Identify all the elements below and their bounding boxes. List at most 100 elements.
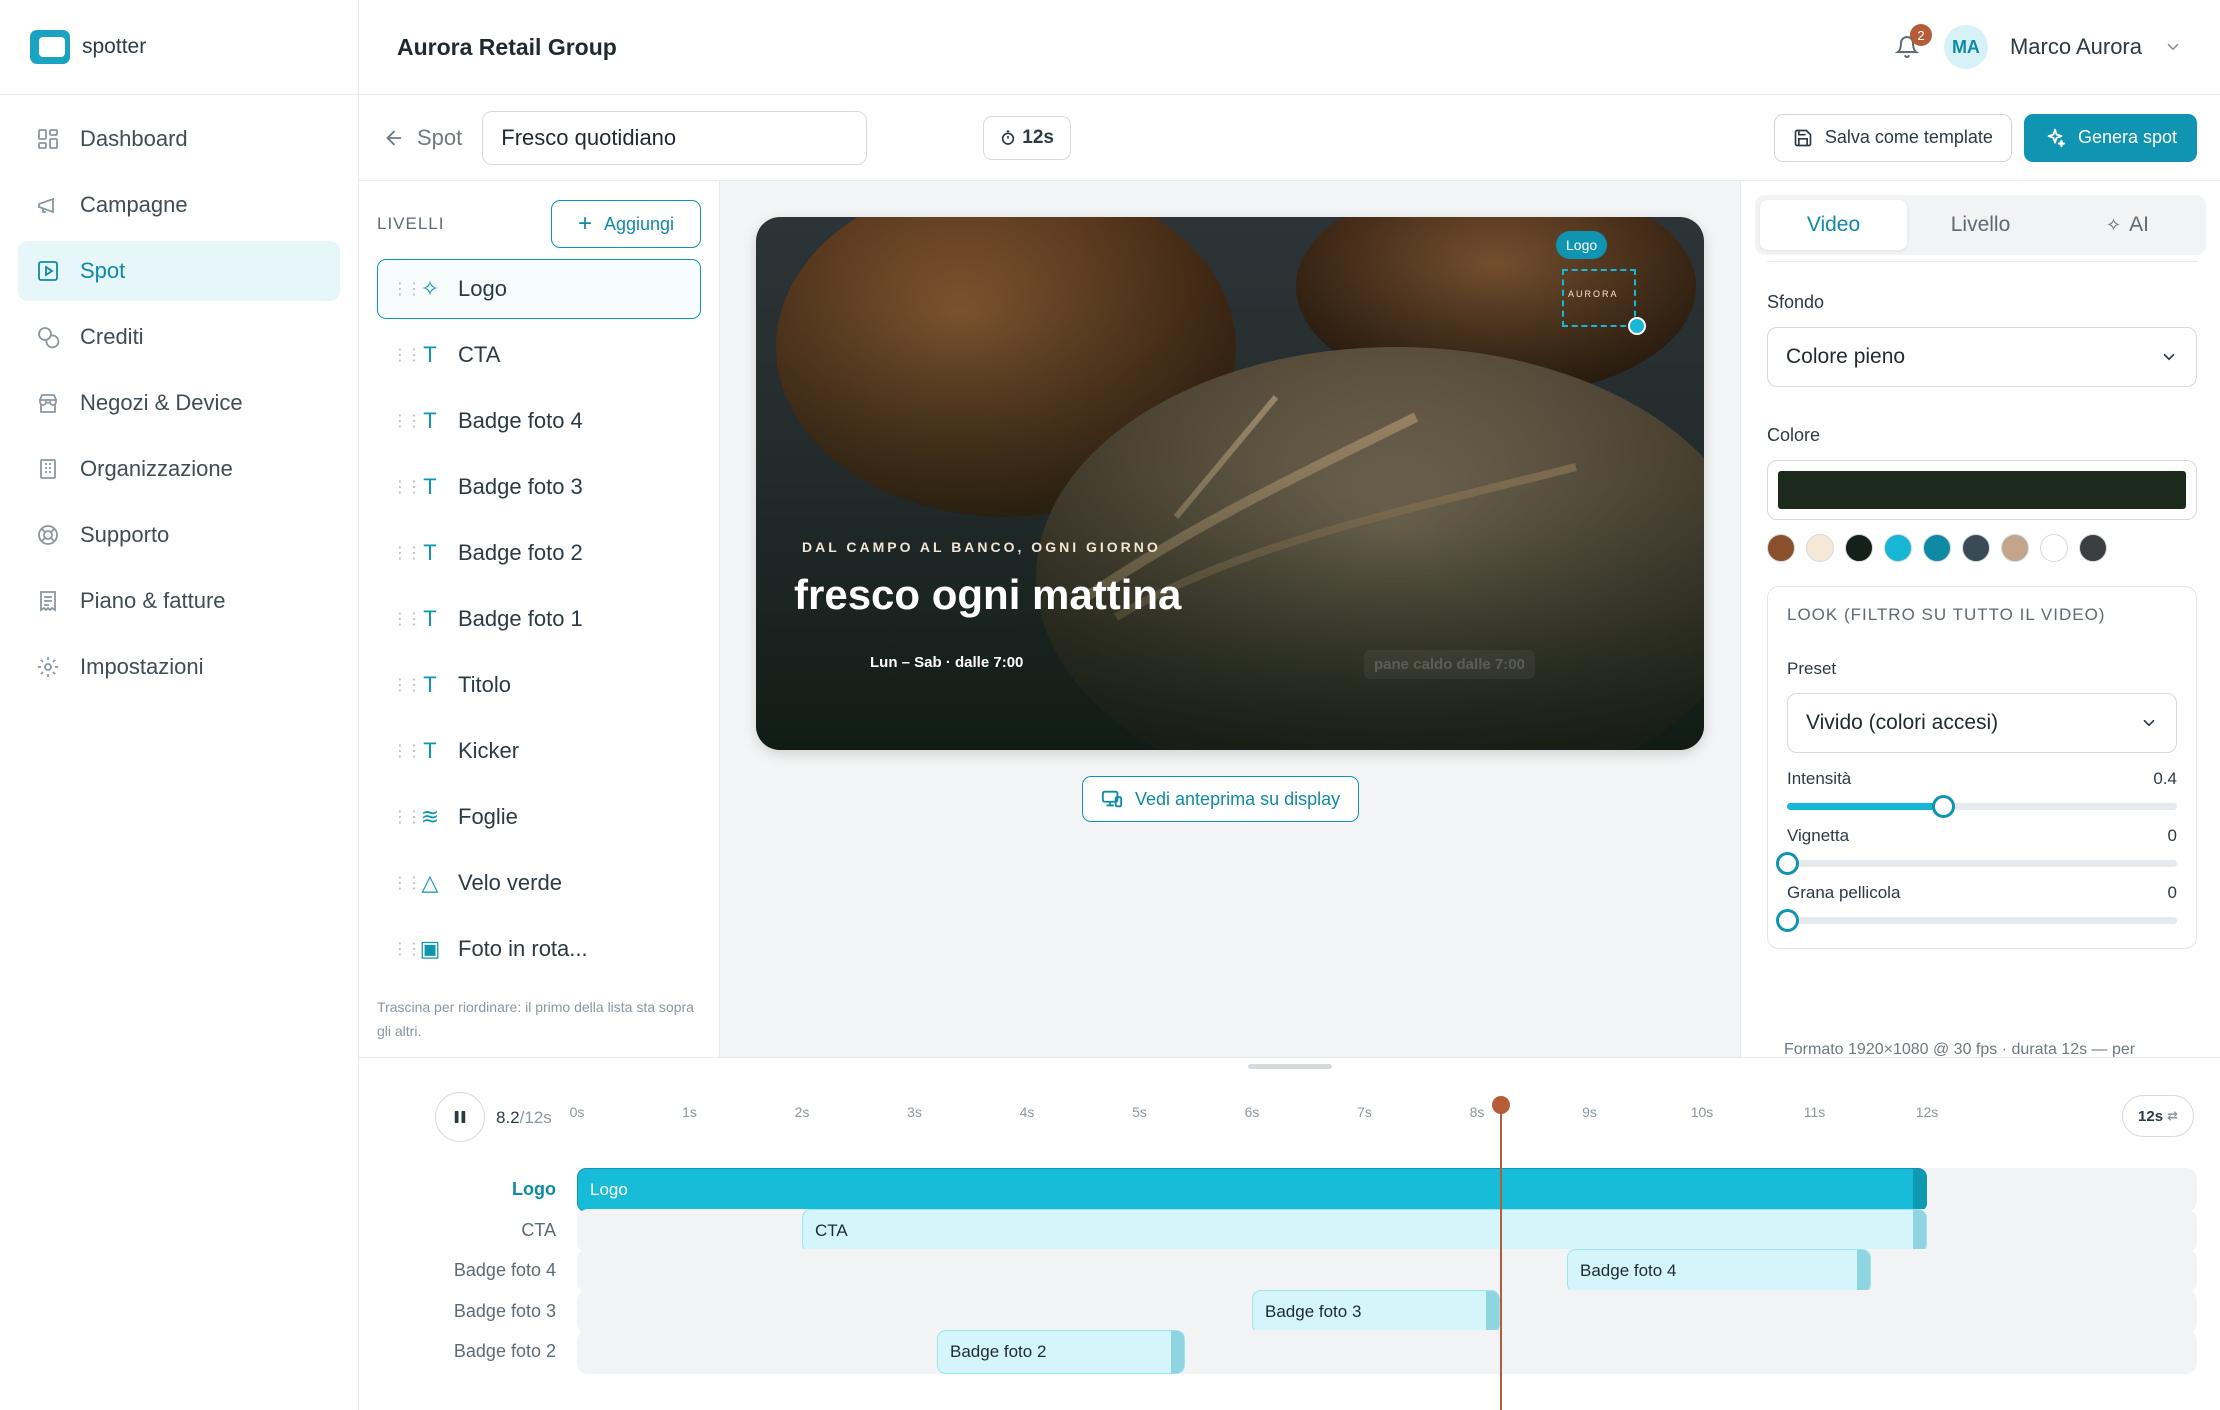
sidebar-item-crediti[interactable]: Crediti <box>18 307 340 367</box>
slider-knob[interactable] <box>1932 795 1955 818</box>
layer-item[interactable]: ⋮⋮ T Badge foto 4 <box>377 391 701 451</box>
layer-item[interactable]: ⋮⋮ ✧ Logo <box>377 259 701 319</box>
notifications-button[interactable]: 2 <box>1892 24 1932 62</box>
slider-track[interactable] <box>1787 795 2177 818</box>
tab-ai[interactable]: ✧ AI <box>2054 200 2201 250</box>
layer-item[interactable]: ⋮⋮ T Badge foto 2 <box>377 523 701 583</box>
preview-on-display-button[interactable]: Vedi anteprima su display <box>1082 776 1360 822</box>
user-name[interactable]: Marco Aurora <box>2010 34 2142 60</box>
sidebar-item-label: Spot <box>80 258 126 283</box>
tab-livello[interactable]: Livello <box>1907 200 2054 250</box>
color-swatch[interactable] <box>1923 534 1951 562</box>
resize-handle[interactable] <box>1628 317 1646 335</box>
clip-resize-handle[interactable] <box>1170 1331 1184 1373</box>
drag-handle-icon[interactable]: ⋮⋮ <box>392 345 422 365</box>
color-swatch[interactable] <box>1962 534 1990 562</box>
timeline-clip[interactable]: Badge foto 4 <box>1567 1249 1871 1293</box>
track-lane[interactable] <box>577 1330 2197 1374</box>
drag-handle-icon[interactable]: ⋮⋮ <box>392 873 422 893</box>
color-swatch[interactable] <box>2040 534 2068 562</box>
video-preview[interactable]: Logo AURORA DAL CAMPO AL BANCO, OGNI GIO… <box>756 217 1704 750</box>
layer-item[interactable]: ⋮⋮ ≋ Foglie <box>377 787 701 847</box>
sidebar-item-negozi-device[interactable]: Negozi & Device <box>18 373 340 433</box>
timeline: 8.2/12s 0s 1s 2s 3s 4s 5s 6s 7s 8s 9s 10s 11s 12s 12… <box>359 1057 2220 1410</box>
drag-handle-icon[interactable]: ⋮⋮ <box>392 543 422 563</box>
layer-item[interactable]: ⋮⋮ T Badge foto 3 <box>377 457 701 517</box>
background-select[interactable]: Colore pieno <box>1767 327 2197 387</box>
playhead-handle[interactable] <box>1491 1096 1510 1114</box>
slider-vignetta: Vignetta 0 <box>1776 826 2177 875</box>
track-label[interactable]: Badge foto 3 <box>454 1301 556 1322</box>
color-swatch[interactable] <box>2001 534 2029 562</box>
track-label[interactable]: Logo <box>512 1179 556 1200</box>
drag-handle-icon[interactable]: ⋮⋮ <box>392 939 422 959</box>
color-swatch[interactable] <box>2079 534 2107 562</box>
time-ruler[interactable]: 0s 1s 2s 3s 4s 5s 6s 7s 8s 9s 10s 11s 12s <box>570 1104 1939 1124</box>
tab-video[interactable]: Video <box>1760 200 1907 250</box>
color-swatch[interactable] <box>1845 534 1873 562</box>
layer-item[interactable]: ⋮⋮ T Titolo <box>377 655 701 715</box>
sidebar-item-organizzazione[interactable]: Organizzazione <box>18 439 340 499</box>
drag-handle-icon[interactable]: ⋮⋮ <box>392 807 422 827</box>
color-swatch[interactable] <box>1806 534 1834 562</box>
clip-resize-handle[interactable] <box>1856 1250 1870 1292</box>
chevron-down-icon[interactable] <box>2164 38 2182 56</box>
track-label[interactable]: Badge foto 4 <box>454 1260 556 1281</box>
timeline-resize-handle[interactable] <box>1248 1064 1332 1069</box>
sidebar-item-supporto[interactable]: Supporto <box>18 505 340 565</box>
track-label[interactable]: Badge foto 2 <box>454 1341 556 1362</box>
timeline-clip[interactable]: CTA <box>802 1208 1927 1253</box>
drag-handle-icon[interactable]: ⋮⋮ <box>392 609 422 629</box>
sidebar-item-piano-fatture[interactable]: Piano & fatture <box>18 571 340 631</box>
layer-item[interactable]: ⋮⋮ △ Velo verde <box>377 853 701 913</box>
color-picker[interactable] <box>1767 460 2197 520</box>
top-header: Aurora Retail Group 2 MA Marco Aurora <box>359 0 2220 95</box>
clip-resize-handle[interactable] <box>1485 1290 1499 1333</box>
drag-handle-icon[interactable]: ⋮⋮ <box>392 279 422 299</box>
preset-select[interactable]: Vivido (colori accesi) <box>1787 693 2177 753</box>
playhead[interactable] <box>1491 1096 1510 1410</box>
save-template-label: Salva come template <box>1824 127 1993 147</box>
drag-handle-icon[interactable]: ⋮⋮ <box>392 477 422 497</box>
spot-title-input[interactable] <box>482 110 868 165</box>
clip-resize-handle[interactable] <box>1913 1169 1926 1211</box>
sidebar-item-dashboard[interactable]: Dashboard <box>18 109 340 169</box>
layer-item[interactable]: ⋮⋮ T Badge foto 1 <box>377 589 701 649</box>
layers-panel: LIVELLI + Aggiungi ⋮⋮ ✧ Logo ⋮⋮ T CTA ⋮⋮ T Badge… <box>359 181 720 1057</box>
timeline-duration-chip[interactable]: 12s ⇄ <box>2122 1095 2194 1137</box>
preview-photo-badge: pane caldo dalle 7:00 <box>1364 650 1535 679</box>
layer-item[interactable]: ⋮⋮ T CTA <box>377 325 701 385</box>
duration-chip[interactable]: 12s <box>983 115 1071 160</box>
clip-resize-handle[interactable] <box>1913 1209 1926 1252</box>
track-lane[interactable] <box>577 1249 2197 1293</box>
slider-knob[interactable] <box>1776 852 1799 875</box>
sidebar-item-spot[interactable]: Spot <box>18 241 340 301</box>
slider-grana-pellicola: Grana pellicola 0 <box>1776 883 2177 932</box>
brand[interactable]: spotter <box>0 0 358 95</box>
drag-handle-icon[interactable]: ⋮⋮ <box>392 411 422 431</box>
timeline-clip[interactable]: Logo <box>577 1168 1927 1212</box>
layer-item[interactable]: ⋮⋮ ▣ Foto in rota... <box>377 919 701 979</box>
timeline-clip[interactable]: Badge foto 3 <box>1252 1289 1500 1334</box>
slider-track[interactable] <box>1776 852 2177 875</box>
ruler-tick: 4s <box>1019 1104 1035 1120</box>
swap-icon: ⇄ <box>2167 1108 2178 1123</box>
pause-button[interactable] <box>435 1092 485 1142</box>
track-label[interactable]: CTA <box>521 1220 556 1241</box>
slider-track[interactable] <box>1776 909 2177 932</box>
color-swatch[interactable] <box>1767 534 1795 562</box>
avatar[interactable]: MA <box>1943 25 1988 69</box>
drag-handle-icon[interactable]: ⋮⋮ <box>392 741 422 761</box>
drag-handle-icon[interactable]: ⋮⋮ <box>392 675 422 695</box>
sidebar-item-impostazioni[interactable]: Impostazioni <box>18 637 340 697</box>
timeline-clip[interactable]: Badge foto 2 <box>937 1330 1185 1374</box>
layer-item[interactable]: ⋮⋮ T Kicker <box>377 721 701 781</box>
color-swatch[interactable] <box>1884 534 1912 562</box>
generate-spot-button[interactable]: Genera spot <box>2023 113 2197 162</box>
logo-selection-tag: Logo <box>1556 231 1608 259</box>
sidebar-item-campagne[interactable]: Campagne <box>18 175 340 235</box>
back-to-spot-link[interactable]: Spot <box>383 125 462 151</box>
save-template-button[interactable]: Salva come template <box>1773 113 2012 162</box>
add-layer-button[interactable]: + Aggiungi <box>551 200 701 248</box>
slider-knob[interactable] <box>1776 909 1799 932</box>
